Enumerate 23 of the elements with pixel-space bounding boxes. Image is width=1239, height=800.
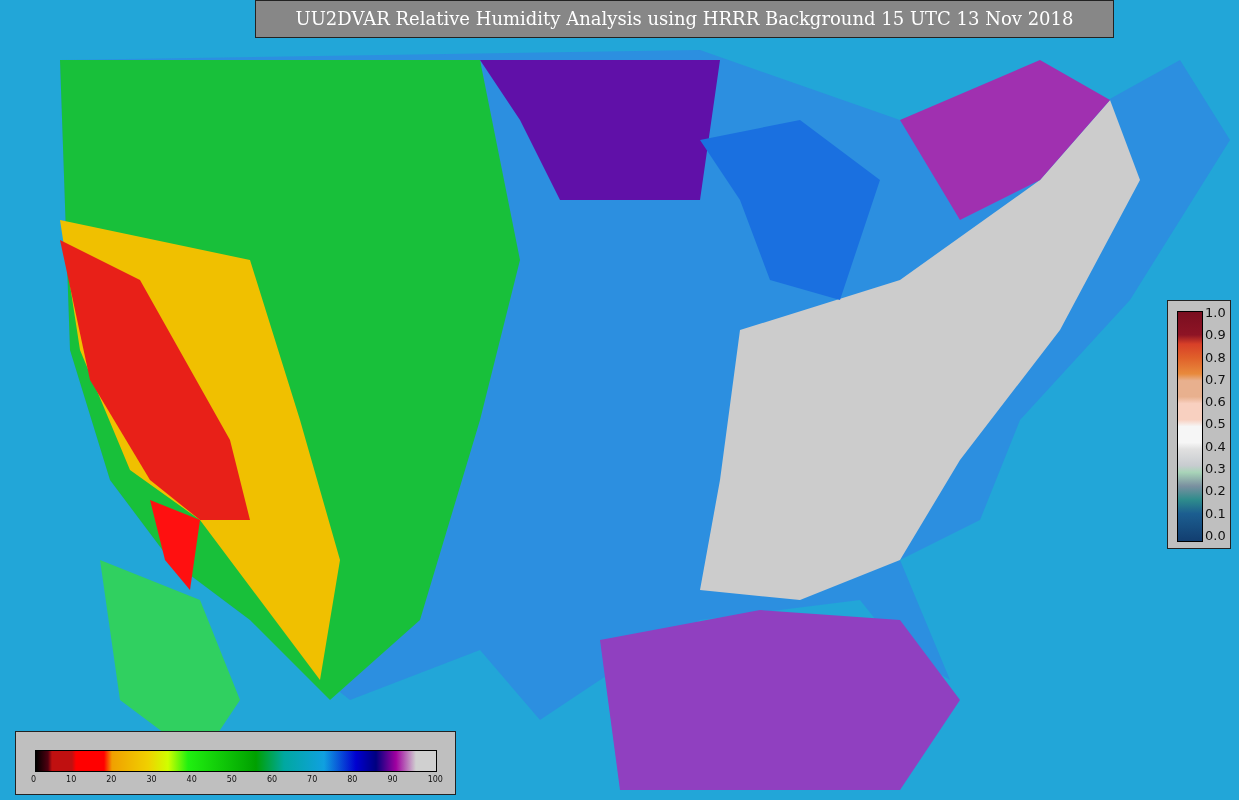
colorbar-tick-label: 70 [307,775,318,785]
colorbar-tick-label: 30 [146,775,157,785]
map-title: UU2DVAR Relative Humidity Analysis using HRRR Background 15 UTC 13 Nov 2018 [255,0,1114,38]
colorbar-tick-label: 0.3 [1205,461,1226,478]
colorbar-tick-label: 1.0 [1205,305,1226,321]
colorbar-tick-label: 0.8 [1205,349,1226,366]
colorbar-tick-label: 0.6 [1205,394,1226,411]
colorbar-tick-label: 10 [66,775,77,785]
colorbar-tick-label: 20 [106,775,117,785]
colorbar-tick-label: 0.7 [1205,371,1226,388]
colorbar-tick-label: 0.2 [1205,483,1226,500]
colorbar-tick-label: 60 [266,775,278,785]
colorbar-tick-label: 50 [226,775,237,785]
colorbar-tick-label: 90 [387,775,398,785]
colorbar-tick-label: 100 [427,775,443,785]
colorbar-tick-label: 0.5 [1205,416,1226,433]
colorbar-tick-label: 0 [31,775,37,785]
colorbar-tick-label: 80 [347,775,358,785]
colorbar-tick-label: 0.0 [1205,527,1226,544]
colorbar-tick-label: 40 [186,775,197,785]
colorbar-tick-label: 0.1 [1205,505,1226,522]
colorbar-tick-label: 0.9 [1205,327,1226,344]
colorbar-tick-label: 0.4 [1205,438,1226,455]
